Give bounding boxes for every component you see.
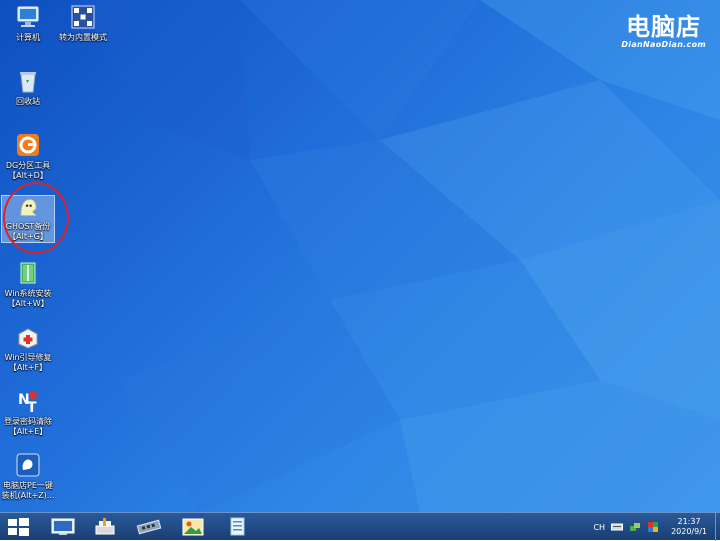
display-icon[interactable] xyxy=(647,521,659,533)
ime-indicator[interactable]: CH xyxy=(593,523,605,532)
icon-label: GHOST备份 【Alt+G】 xyxy=(5,222,51,241)
clock-time: 21:37 xyxy=(677,517,701,526)
taskbar-item-notepad[interactable] xyxy=(222,516,252,538)
clock-date: 2020/9/1 xyxy=(671,527,707,536)
desktop-icon-computer[interactable]: 计算机 xyxy=(0,4,56,43)
desktop-icon-dg-partition[interactable]: DG分区工具 【Alt+D】 xyxy=(0,132,56,181)
icon-label: 回收站 xyxy=(16,97,40,106)
desktop-icon-pe-install[interactable]: 电脑店PE一键 装机(Alt+Z)... xyxy=(0,452,56,501)
desktop-icon-ghost[interactable]: GHOST备份 【Alt+G】 xyxy=(1,195,55,243)
brand-watermark: 电脑店 DianNaoDian.com xyxy=(621,14,706,49)
icon-label: Win引导修复 【Alt+F】 xyxy=(4,353,52,372)
screen-monitor-icon xyxy=(51,518,75,535)
icon-label: DG分区工具 【Alt+D】 xyxy=(5,161,51,180)
taskbar-item-memory[interactable] xyxy=(134,516,164,538)
show-desktop-button[interactable] xyxy=(715,513,720,541)
svg-text:T: T xyxy=(27,400,37,414)
password-clear-icon: N T xyxy=(18,391,37,414)
brand-url: DianNaoDian.com xyxy=(621,40,706,49)
desktop-icon-recycle-bin[interactable]: 回收站 xyxy=(0,68,56,107)
desktop[interactable]: 电脑店 DianNaoDian.com 计算机 转为内置模式 回收站 DG分区工… xyxy=(0,0,720,512)
desktop-icon-internal-mode[interactable]: 转为内置模式 xyxy=(55,4,111,43)
icon-label: 计算机 xyxy=(16,33,40,42)
internal-mode-icon xyxy=(71,5,95,29)
brand-name: 电脑店 xyxy=(626,13,702,41)
diskgenius-icon xyxy=(17,134,39,156)
clock[interactable]: 21:37 2020/9/1 xyxy=(671,517,707,537)
memory-chip-icon xyxy=(136,519,162,535)
pe-install-icon xyxy=(16,453,40,477)
ghost-icon xyxy=(20,199,38,216)
taskbar-item-photo-viewer[interactable] xyxy=(178,516,208,538)
desktop-icon-password-clear[interactable]: N T 登录密码清除 【Alt+E】 xyxy=(0,388,56,437)
start-button[interactable] xyxy=(6,517,30,537)
taskbar: CH 21:37 2020/9/1 xyxy=(0,512,720,541)
icon-label: 电脑店PE一键 装机(Alt+Z)... xyxy=(1,481,55,500)
network-icon[interactable] xyxy=(629,521,641,533)
system-tray: CH 21:37 2020/9/1 xyxy=(593,513,720,541)
win-install-icon xyxy=(20,262,36,284)
wallpaper xyxy=(80,0,720,512)
icon-label: Win系统安装 【Alt+W】 xyxy=(4,289,52,308)
desktop-icon-win-install[interactable]: Win系统安装 【Alt+W】 xyxy=(0,260,56,309)
icon-label: 登录密码清除 【Alt+E】 xyxy=(4,417,52,436)
taskbar-item-printer-tools[interactable] xyxy=(90,516,120,538)
recycle-bin-icon xyxy=(20,72,36,93)
icon-label: 转为内置模式 xyxy=(59,33,107,42)
computer-icon xyxy=(17,6,39,27)
notepad-icon xyxy=(230,517,245,536)
taskbar-item-monitor[interactable] xyxy=(48,516,78,538)
printer-tools-icon xyxy=(95,518,115,535)
desktop-icon-boot-repair[interactable]: Win引导修复 【Alt+F】 xyxy=(0,324,56,373)
photo-viewer-icon xyxy=(182,518,204,536)
keyboard-icon[interactable] xyxy=(611,521,624,533)
boot-repair-icon xyxy=(18,328,38,349)
